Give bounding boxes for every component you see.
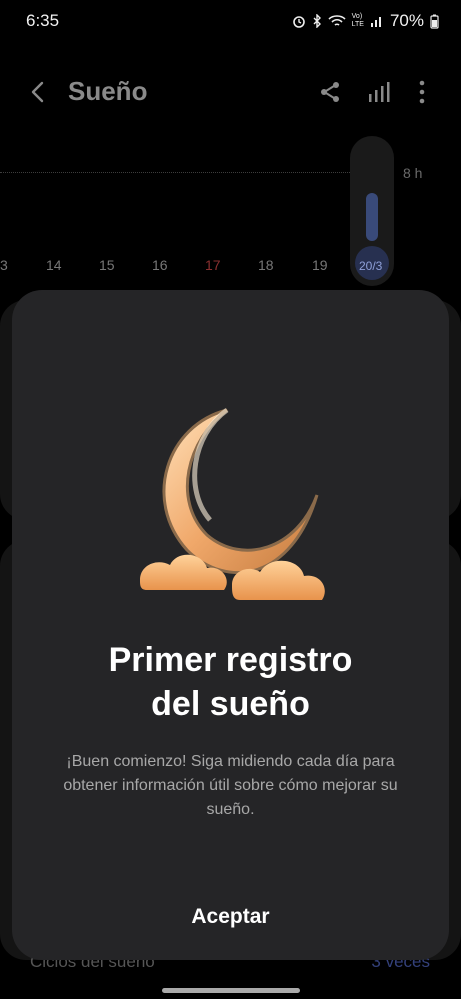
battery-icon	[430, 14, 439, 29]
accept-button[interactable]: Aceptar	[160, 901, 301, 933]
dialog-title: Primer registro del sueño	[12, 638, 449, 726]
chart-hours-label: 8 h	[403, 165, 423, 181]
volte-top: Vo)	[351, 13, 363, 20]
volte-icon: Vo) LTE	[352, 13, 364, 29]
chart-day[interactable]: 15	[99, 257, 115, 273]
page-title: Sueño	[68, 76, 148, 106]
chart-gridline	[0, 172, 392, 173]
bar-chart-icon[interactable]	[366, 80, 390, 104]
status-time: 6:35	[26, 11, 60, 30]
dialog-title-line1: Primer registro	[108, 641, 353, 679]
chart-day[interactable]: 14	[46, 257, 62, 273]
chart-day[interactable]: 19	[312, 257, 328, 273]
chart-day[interactable]: 18	[258, 257, 274, 273]
alarm-icon	[292, 16, 305, 28]
moon-cloud-icon	[140, 407, 325, 600]
dialog-title-line2: del sueño	[151, 685, 310, 723]
back-arrow-icon[interactable]	[24, 78, 52, 106]
chart-day[interactable]: 3	[0, 257, 8, 273]
share-icon[interactable]	[318, 80, 342, 104]
bluetooth-icon	[313, 14, 321, 28]
more-vertical-icon[interactable]	[410, 78, 434, 106]
battery-percent: 70%	[389, 11, 424, 30]
volte-bottom: LTE	[351, 21, 364, 28]
app-bar: Sueño	[0, 60, 461, 124]
chart-day-selected[interactable]: 20/3	[359, 259, 382, 273]
status-icons: Vo) LTE 70%	[292, 11, 439, 31]
home-indicator[interactable]	[162, 988, 300, 993]
chart-day[interactable]: 17	[205, 257, 221, 273]
wifi-icon	[328, 15, 346, 26]
chart-day[interactable]: 16	[152, 257, 168, 273]
dialog-description: ¡Buen comienzo! Siga midiendo cada día p…	[63, 753, 398, 818]
first-record-dialog: Primer registro del sueño ¡Buen comienzo…	[12, 290, 449, 960]
signal-icon	[370, 17, 381, 27]
status-bar: 6:35 Vo) LTE 70%	[0, 0, 461, 44]
chart-bar	[366, 193, 378, 241]
